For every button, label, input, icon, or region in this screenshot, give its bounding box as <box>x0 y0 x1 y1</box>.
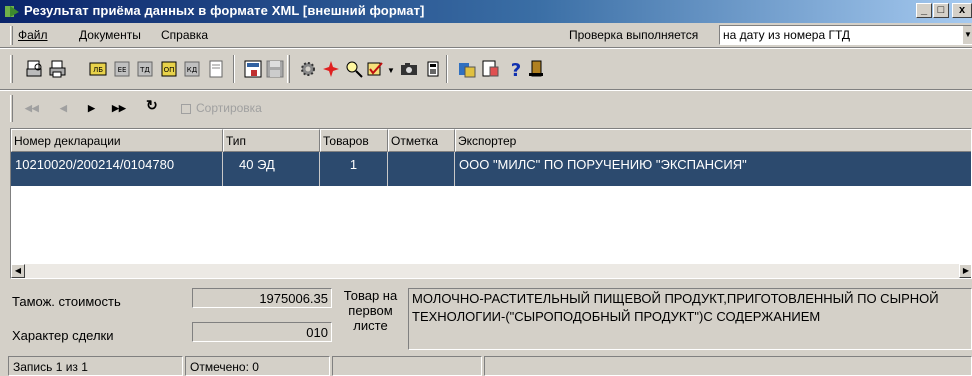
goods-first-sheet-label: Товар на первом листе <box>343 288 398 333</box>
menu-documents[interactable]: Документы <box>79 28 141 42</box>
checkmark-dropdown-icon[interactable]: ▼ <box>387 66 395 75</box>
print-preview-icon[interactable] <box>25 59 45 79</box>
menu-grip[interactable] <box>10 26 13 45</box>
dropdown-arrow-icon[interactable]: ▼ <box>963 26 972 44</box>
column-header-type[interactable]: Тип <box>223 129 320 152</box>
toolbar-separator-2 <box>446 55 448 83</box>
status-record: Запись 1 из 1 <box>8 356 183 376</box>
sort-checkbox[interactable] <box>181 104 191 114</box>
window-title: Результат приёма данных в формате XML [в… <box>24 3 425 18</box>
status-panel-3 <box>332 356 482 376</box>
doc-yellow-icon[interactable]: ЛБ <box>88 59 108 79</box>
status-marked: Отмечено: 0 <box>185 356 330 376</box>
svg-text:?: ? <box>511 60 521 79</box>
status-panel-4 <box>484 356 972 376</box>
deal-type-field: 010 <box>192 322 332 342</box>
doc-yellow2-icon[interactable]: ОП <box>159 59 179 79</box>
exit-icon[interactable] <box>526 59 546 79</box>
svg-text:ОП: ОП <box>164 66 175 74</box>
table-row[interactable]: 10210020/200214/0104780 40 ЭД 1 ООО "МИЛ… <box>11 152 971 186</box>
column-header-number[interactable]: Номер декларации <box>11 129 223 152</box>
close-button[interactable]: x <box>952 3 972 18</box>
cell-type[interactable]: 40 ЭД <box>223 152 320 186</box>
svg-text:ЕЕ: ЕЕ <box>118 66 127 74</box>
prev-record-button[interactable]: ◀ <box>60 103 67 114</box>
menu-file-label: Файл <box>18 28 48 42</box>
check-mode-label: Проверка выполняется <box>569 28 699 42</box>
customs-value-field: 1975006.35 <box>192 288 332 308</box>
doc-page-icon[interactable] <box>206 59 226 79</box>
toolbar-grip-2[interactable] <box>287 55 290 83</box>
star-icon[interactable] <box>321 59 341 79</box>
first-record-button[interactable]: ◀◀ <box>25 103 39 114</box>
toolbar-separator <box>233 55 235 83</box>
customs-value-label: Тамож. стоимость <box>12 294 121 309</box>
export-icon[interactable] <box>457 59 477 79</box>
declarations-grid[interactable]: Номер декларации Тип Товаров Отметка Экс… <box>10 128 972 279</box>
help-icon[interactable]: ? <box>506 59 526 79</box>
camera-icon[interactable] <box>399 59 419 79</box>
import-icon[interactable] <box>480 59 500 79</box>
deal-type-label: Характер сделки <box>12 328 114 343</box>
navigation-bar: ◀◀ ◀ ▶ ▶▶ ↻ Сортировка <box>0 91 972 126</box>
status-bar: Запись 1 из 1 Отмечено: 0 <box>0 354 972 376</box>
checkmark-icon[interactable] <box>366 59 386 79</box>
goods-description: МОЛОЧНО-РАСТИТЕЛЬНЫЙ ПИЩЕВОЙ ПРОДУКТ,ПРИ… <box>408 288 972 350</box>
column-header-goods[interactable]: Товаров <box>320 129 388 152</box>
svg-text:ТД: ТД <box>139 66 150 74</box>
calc-icon[interactable] <box>423 59 443 79</box>
minimize-button[interactable]: _ <box>916 3 932 18</box>
cell-exporter[interactable]: ООО "МИЛС" ПО ПОРУЧЕНИЮ "ЭКСПАНСИЯ" <box>455 152 971 186</box>
check-mode-value: на дату из номера ГТД <box>723 28 851 42</box>
sort-label[interactable]: Сортировка <box>196 101 262 115</box>
title-bar: Результат приёма данных в формате XML [в… <box>0 0 972 23</box>
form-icon[interactable] <box>243 59 263 79</box>
svg-text:ЛБ: ЛБ <box>93 66 103 74</box>
doc-grey2-icon[interactable]: ТД <box>135 59 155 79</box>
column-header-mark[interactable]: Отметка <box>388 129 455 152</box>
next-record-button[interactable]: ▶ <box>88 103 95 114</box>
menu-help[interactable]: Справка <box>161 28 208 42</box>
doc-grey3-icon[interactable]: КД <box>182 59 202 79</box>
search-icon[interactable] <box>344 59 364 79</box>
check-mode-select[interactable]: на дату из номера ГТД ▼ <box>719 25 972 45</box>
app-icon <box>5 6 19 17</box>
cell-goods-count[interactable]: 1 <box>320 152 388 186</box>
cell-declaration-number[interactable]: 10210020/200214/0104780 <box>11 152 223 186</box>
menu-bar: Файл Документы Справка Проверка выполняе… <box>0 23 972 47</box>
toolbar-grip[interactable] <box>10 55 13 83</box>
doc-grey-icon[interactable]: ЕЕ <box>112 59 132 79</box>
maximize-button[interactable]: □ <box>933 3 949 18</box>
refresh-button[interactable]: ↻ <box>146 97 158 114</box>
horizontal-scrollbar[interactable]: ◀ ▶ <box>11 264 971 278</box>
scroll-right-icon[interactable]: ▶ <box>959 264 971 278</box>
main-toolbar: ЛБ ЕЕ ТД ОП КД ▼ ? <box>0 49 972 89</box>
svg-text:КД: КД <box>187 66 198 74</box>
cell-mark[interactable] <box>388 152 455 186</box>
grid-header: Номер декларации Тип Товаров Отметка Экс… <box>11 129 971 152</box>
scroll-left-icon[interactable]: ◀ <box>11 264 25 278</box>
print-icon[interactable] <box>48 59 68 79</box>
navbar-grip[interactable] <box>10 95 13 122</box>
save-icon[interactable] <box>265 59 285 79</box>
last-record-button[interactable]: ▶▶ <box>112 103 126 114</box>
menu-file[interactable]: Файл <box>18 28 48 42</box>
column-header-exporter[interactable]: Экспортер <box>455 129 971 152</box>
gear-icon[interactable] <box>298 59 318 79</box>
